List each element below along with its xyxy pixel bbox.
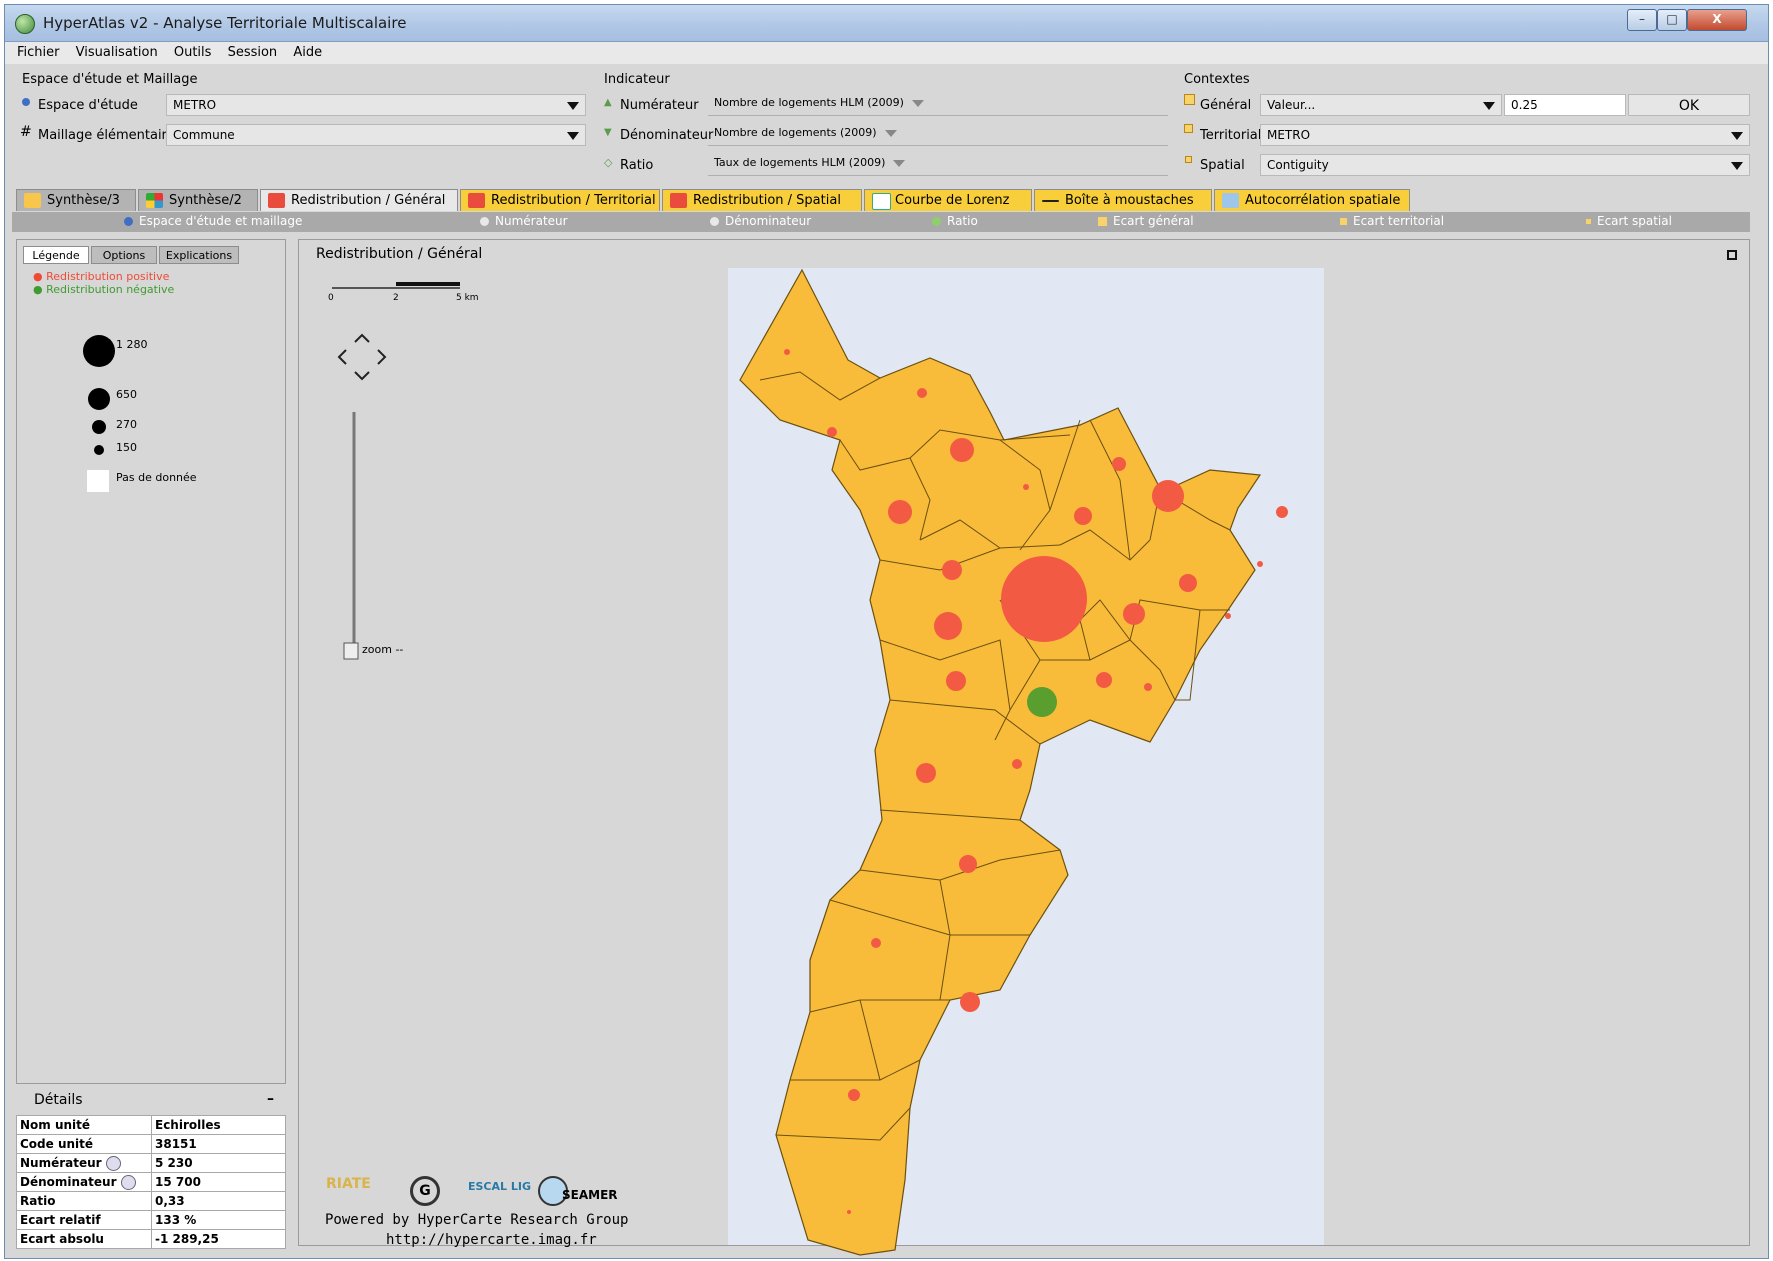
g-logo: G [410,1176,440,1206]
credits-url[interactable]: http://hypercarte.imag.fr [386,1232,597,1248]
positive-circle[interactable] [827,427,837,437]
positive-circle[interactable] [1257,561,1263,567]
positive-circle[interactable] [917,388,927,398]
map-svg [332,268,1288,1256]
positive-circle[interactable] [1074,507,1092,525]
scale-label-0: 0 [328,293,334,303]
negative-circle[interactable] [1027,687,1057,717]
positive-circle[interactable] [1276,506,1288,518]
pan-down-icon[interactable] [354,371,370,381]
pan-control[interactable] [337,333,387,381]
positive-circle[interactable] [934,612,962,640]
pan-up-icon[interactable] [354,333,370,343]
positive-circle[interactable] [871,938,881,948]
credits-line-1: Powered by HyperCarte Research Group [325,1212,629,1228]
positive-circle[interactable] [847,1210,851,1214]
positive-circle[interactable] [1123,603,1145,625]
positive-circle-echirolles[interactable] [1001,556,1087,642]
zoom-slider-handle[interactable] [343,642,359,660]
riate-logo: RIATE [326,1176,371,1192]
positive-circle[interactable] [1179,574,1197,592]
positive-circle[interactable] [1012,759,1022,769]
positive-circle[interactable] [1225,613,1231,619]
positive-circle[interactable] [848,1089,860,1101]
seamer-logo: SEAMER [562,1188,618,1202]
pan-right-icon[interactable] [377,349,387,365]
positive-circle[interactable] [916,763,936,783]
positive-circle[interactable] [959,855,977,873]
positive-circle[interactable] [1152,480,1184,512]
territory-polygon[interactable] [739,268,1262,1256]
positive-circle[interactable] [1144,683,1152,691]
positive-circle[interactable] [888,500,912,524]
positive-circle[interactable] [942,560,962,580]
positive-circle[interactable] [784,349,790,355]
positive-circle[interactable] [1112,457,1126,471]
positive-circle[interactable] [1096,672,1112,688]
scale-bar [332,282,460,289]
scale-label-5: 5 km [456,293,479,303]
positive-circle[interactable] [946,671,966,691]
zoom-label: zoom -- [362,643,404,656]
positive-circle[interactable] [960,992,980,1012]
scale-label-2: 2 [393,293,399,303]
escal-lig-logo: ESCAL LIG [468,1180,531,1193]
pan-left-icon[interactable] [337,349,347,365]
positive-circle[interactable] [950,438,974,462]
positive-circle[interactable] [1023,484,1029,490]
